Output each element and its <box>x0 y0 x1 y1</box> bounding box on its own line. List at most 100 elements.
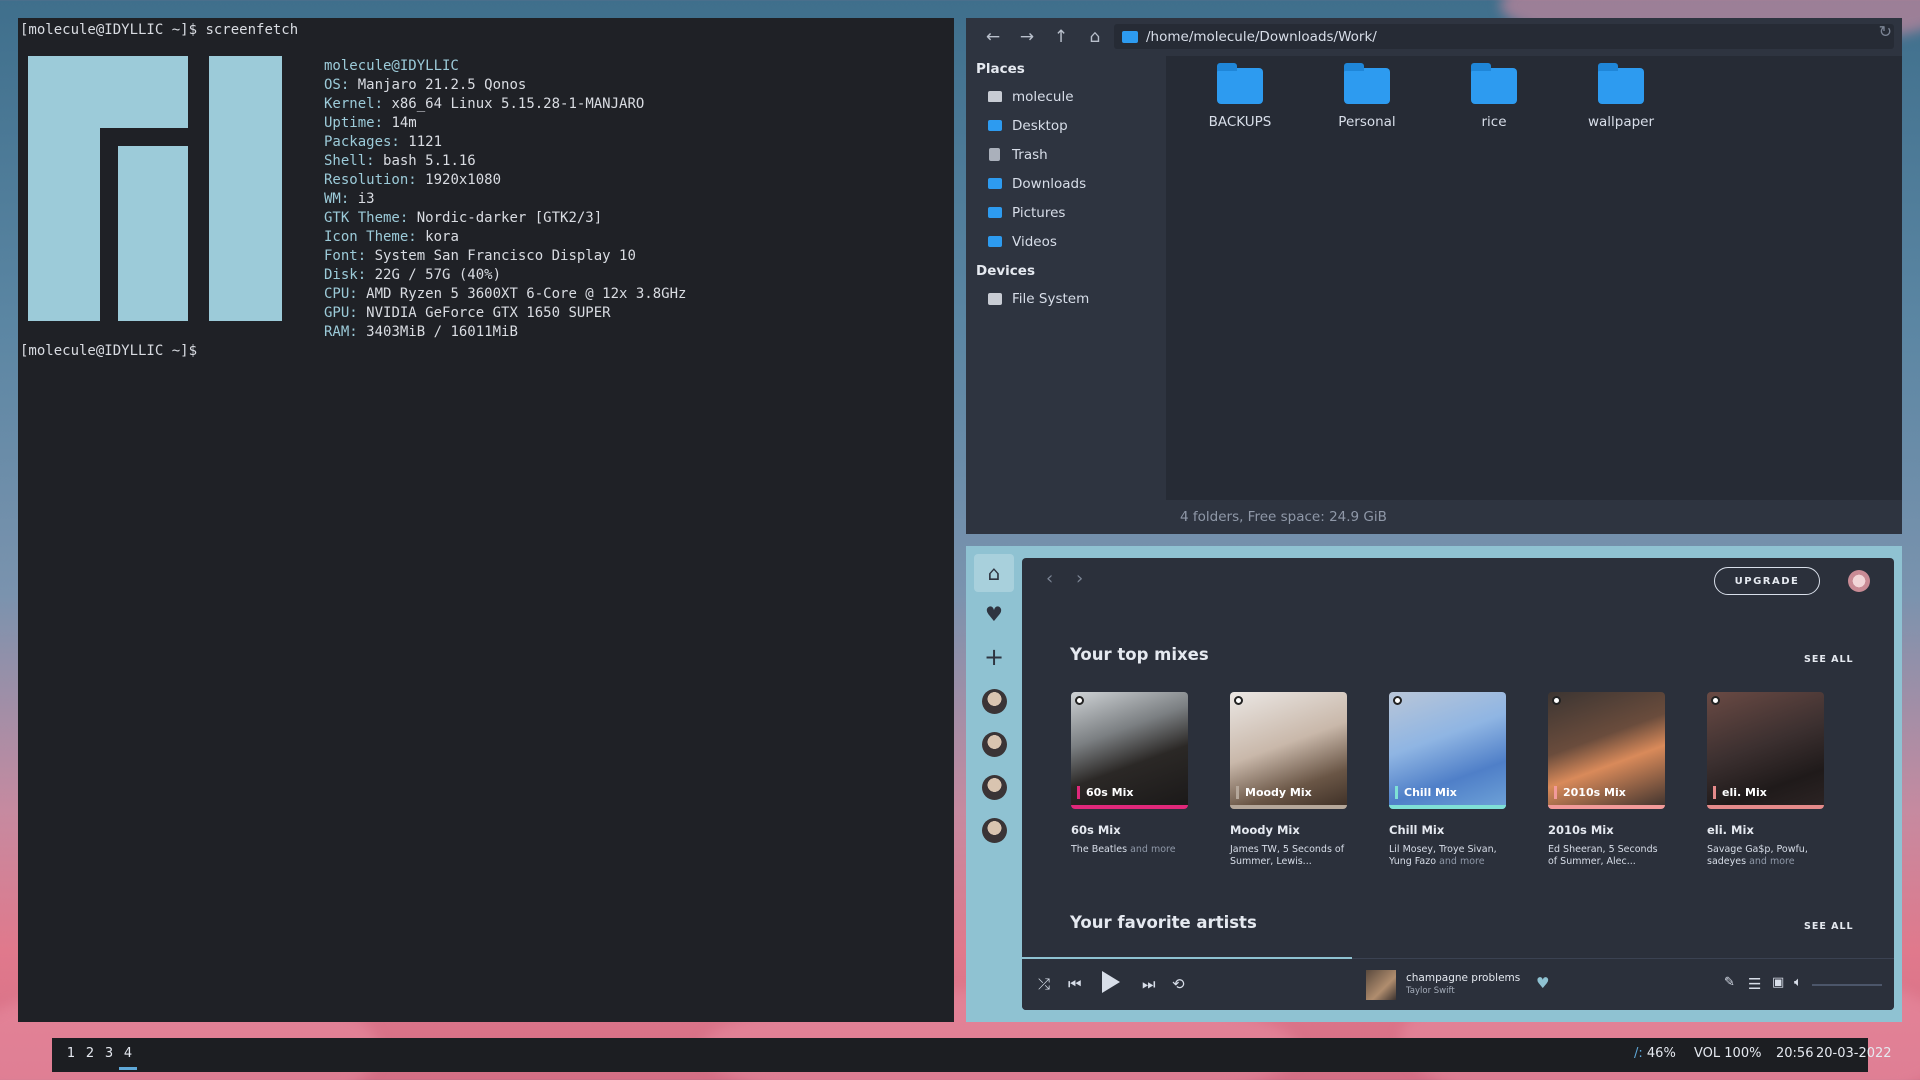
folder-item[interactable]: wallpaper <box>1566 63 1676 130</box>
album-cover[interactable] <box>1366 970 1396 1000</box>
spotify-logo-icon <box>1234 696 1243 705</box>
folder-item[interactable]: BACKUPS <box>1185 63 1295 130</box>
folder-icon <box>1471 63 1517 104</box>
file-manager-window[interactable]: ← → ↑ ⌂ /home/molecule/Downloads/Work/ ↻… <box>966 18 1902 534</box>
play-icon[interactable] <box>1102 971 1120 993</box>
info-key: Kernel: <box>324 96 384 112</box>
info-key: CPU: <box>324 286 358 302</box>
mix-title[interactable]: Chill Mix <box>1389 823 1507 837</box>
home-icon <box>988 91 1002 102</box>
spotify-window[interactable]: ⌂ ♥ + ‹ › UPGRADE Your top mixes SEE ALL… <box>966 546 1902 1022</box>
artist-avatar[interactable] <box>982 775 1007 800</box>
folder-item[interactable]: Personal <box>1312 63 1422 130</box>
mix-cover[interactable]: Moody Mix <box>1230 692 1347 809</box>
section-title-top-mixes: Your top mixes <box>1070 645 1209 664</box>
user-avatar[interactable] <box>1848 570 1870 592</box>
like-heart-icon[interactable]: ♥ <box>1536 974 1549 992</box>
track-artist[interactable]: Taylor Swift <box>1406 986 1455 996</box>
mix-cover-label: eli. Mix <box>1713 786 1767 799</box>
sidebar-item-videos[interactable]: Videos <box>966 227 1166 256</box>
home-icon[interactable]: ⌂ <box>974 554 1014 592</box>
heart-icon[interactable]: ♥ <box>974 595 1014 633</box>
see-all-link[interactable]: SEE ALL <box>1804 654 1854 665</box>
folder-icon <box>988 207 1002 218</box>
terminal-window[interactable]: [molecule@IDYLLIC ~]$ screenfetch molecu… <box>18 18 954 1022</box>
mix-title[interactable]: eli. Mix <box>1707 823 1825 837</box>
folder-view[interactable]: BACKUPS Personal rice wallpaper <box>1166 56 1902 500</box>
location-bar[interactable]: /home/molecule/Downloads/Work/ <box>1114 24 1894 49</box>
workspace-1[interactable]: 1 <box>62 1046 80 1061</box>
previous-icon[interactable]: ⏮ <box>1068 975 1082 993</box>
mix-title[interactable]: 2010s Mix <box>1548 823 1666 837</box>
sidebar-item-file-system[interactable]: File System <box>966 284 1166 313</box>
repeat-icon[interactable]: ⟲ <box>1172 975 1185 993</box>
info-value: 1920x1080 <box>425 172 502 188</box>
sidebar-item-trash[interactable]: Trash <box>966 140 1166 169</box>
info-key: OS: <box>324 77 350 93</box>
mix-cover-label: Chill Mix <box>1395 786 1457 799</box>
mix-more: and more <box>1749 856 1795 867</box>
plus-icon[interactable]: + <box>974 638 1014 676</box>
info-row: Shell: bash 5.1.16 <box>324 152 686 171</box>
sidebar-item-label: Videos <box>1012 233 1057 250</box>
info-value: Manjaro 21.2.5 Qonos <box>357 77 527 93</box>
sidebar-item-pictures[interactable]: Pictures <box>966 198 1166 227</box>
lyrics-mic-icon[interactable]: ✎ <box>1724 975 1735 990</box>
next-icon[interactable]: ⏭ <box>1142 975 1156 993</box>
mix-accent-bar <box>1389 805 1506 809</box>
folder-item[interactable]: rice <box>1439 63 1549 130</box>
mix-card[interactable]: 60s Mix 60s Mix The Beatles and more <box>1071 692 1189 856</box>
artist-avatar[interactable] <box>982 689 1007 714</box>
info-row: Kernel: x86_64 Linux 5.15.28-1-MANJARO <box>324 95 686 114</box>
chevron-left-icon[interactable]: ‹ <box>1046 568 1053 589</box>
terminal-prompt[interactable]: [molecule@IDYLLIC ~]$ <box>20 342 197 361</box>
queue-icon[interactable]: ☰ <box>1748 975 1761 993</box>
artist-avatar[interactable] <box>982 818 1007 843</box>
see-all-link[interactable]: SEE ALL <box>1804 921 1854 932</box>
trash-icon <box>989 148 1000 161</box>
mix-cover[interactable]: eli. Mix <box>1707 692 1824 809</box>
mix-cover[interactable]: 2010s Mix <box>1548 692 1665 809</box>
workspace-3[interactable]: 3 <box>100 1046 118 1061</box>
mix-title[interactable]: Moody Mix <box>1230 823 1348 837</box>
chevron-right-icon[interactable]: › <box>1076 568 1083 589</box>
mix-card[interactable]: 2010s Mix 2010s Mix Ed Sheeran, 5 Seconds … <box>1548 692 1666 868</box>
user-host: molecule@IDYLLIC <box>324 58 459 74</box>
mix-cover[interactable]: Chill Mix <box>1389 692 1506 809</box>
volume-slider[interactable] <box>1812 984 1882 986</box>
info-key: Disk: <box>324 267 367 283</box>
forward-arrow-icon[interactable]: → <box>1010 22 1044 52</box>
folder-name: rice <box>1481 114 1507 130</box>
workspace-4[interactable]: 4 <box>119 1046 137 1070</box>
mix-card[interactable]: eli. Mix eli. Mix Savage Ga$p, Powfu, sade… <box>1707 692 1825 868</box>
back-arrow-icon[interactable]: ← <box>976 22 1010 52</box>
devices-icon[interactable]: ▣ <box>1772 975 1784 990</box>
spotify-logo-icon <box>1075 696 1084 705</box>
sidebar-item-molecule[interactable]: molecule <box>966 82 1166 111</box>
mix-title[interactable]: 60s Mix <box>1071 823 1189 837</box>
sidebar-item-label: Desktop <box>1012 117 1068 134</box>
mix-card[interactable]: Chill Mix Chill Mix Lil Mosey, Troye Sivan… <box>1389 692 1507 868</box>
workspace-2[interactable]: 2 <box>81 1046 99 1061</box>
upgrade-button[interactable]: UPGRADE <box>1714 567 1820 595</box>
mix-card[interactable]: Moody Mix Moody Mix James TW, 5 Seconds of… <box>1230 692 1348 868</box>
sidebar: Places molecule Desktop Trash Downloads Pict… <box>966 56 1166 534</box>
artist-avatar[interactable] <box>982 732 1007 757</box>
shuffle-icon[interactable]: ⤮ <box>1038 975 1050 993</box>
manjaro-logo <box>28 56 282 321</box>
track-title[interactable]: champagne problems <box>1406 972 1520 984</box>
volume-icon[interactable]: 🔈︎ <box>1794 975 1802 990</box>
info-key: Shell: <box>324 153 375 169</box>
folder-icon <box>1217 63 1263 104</box>
sidebar-item-desktop[interactable]: Desktop <box>966 111 1166 140</box>
home-icon[interactable]: ⌂ <box>1078 22 1112 52</box>
progress-bar[interactable] <box>1022 957 1352 959</box>
info-row: Font: System San Francisco Display 10 <box>324 247 686 266</box>
mix-cover[interactable]: 60s Mix <box>1071 692 1188 809</box>
info-key: Packages: <box>324 134 400 150</box>
up-arrow-icon[interactable]: ↑ <box>1044 22 1078 52</box>
reload-icon[interactable]: ↻ <box>1879 22 1892 41</box>
folder-icon <box>988 236 1002 247</box>
sidebar-item-downloads[interactable]: Downloads <box>966 169 1166 198</box>
sidebar-item-label: molecule <box>1012 88 1074 105</box>
